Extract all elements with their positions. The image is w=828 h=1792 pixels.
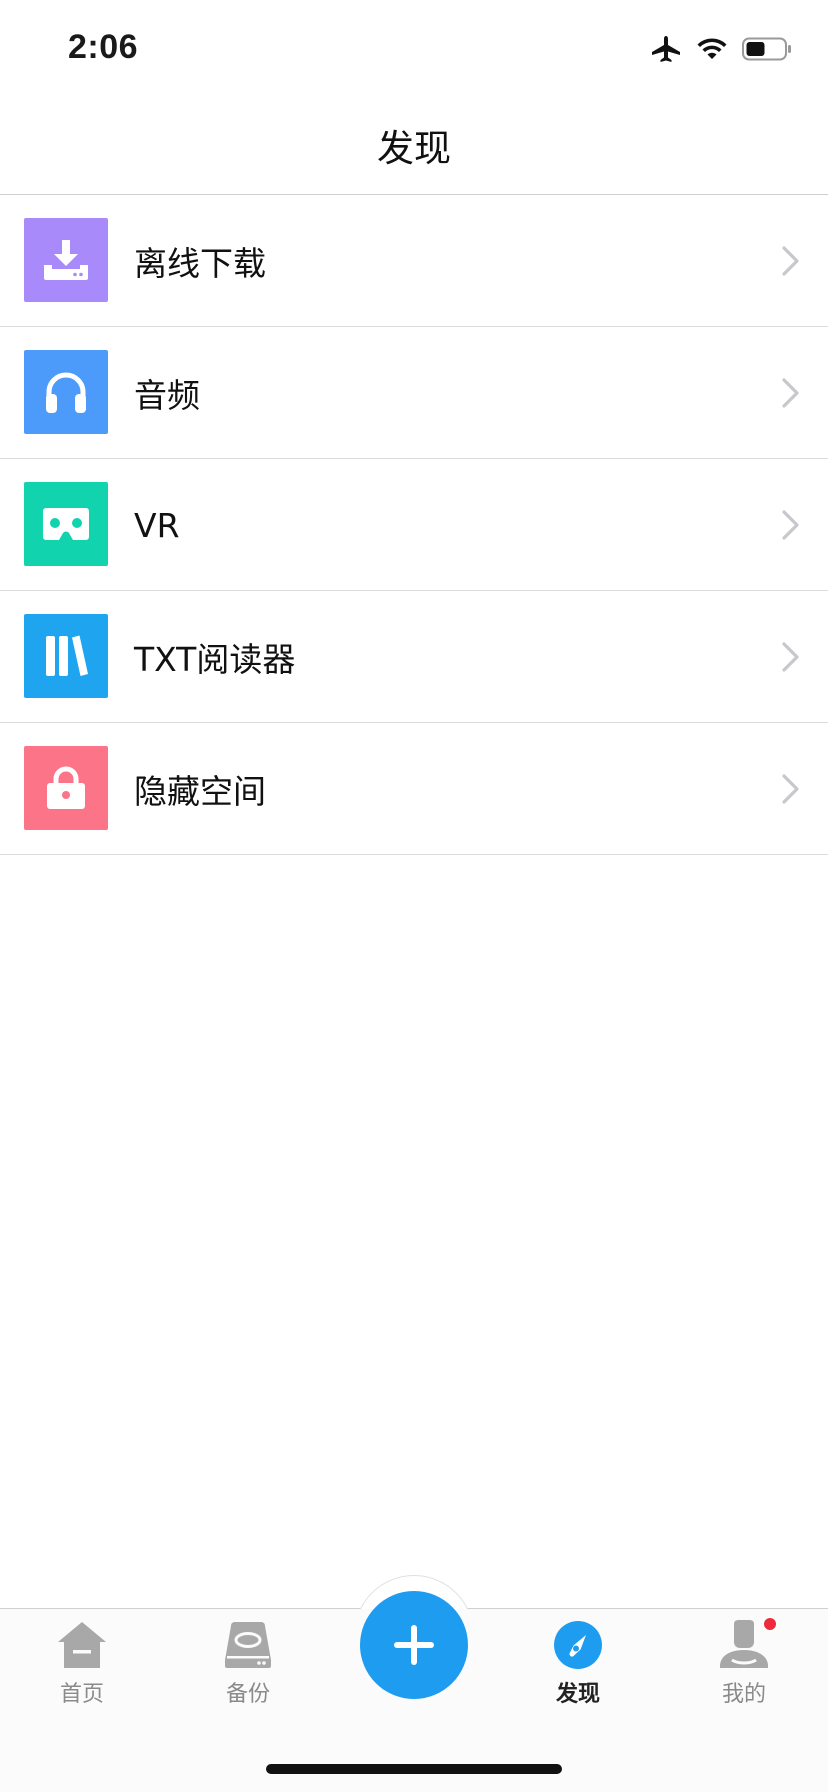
menu-icon-tile (24, 482, 108, 566)
nav-header: 发现 (0, 96, 828, 195)
home-indicator (266, 1764, 562, 1774)
chevron-right-icon (782, 510, 799, 540)
discover-menu-list: 离线下载 音频 VR TXT阅读器 隐藏空间 (0, 195, 828, 855)
menu-item-hidden-space[interactable]: 隐藏空间 (0, 723, 828, 855)
status-bar: 2:06 (0, 0, 828, 96)
add-button[interactable] (360, 1591, 468, 1699)
headphones-icon (46, 372, 86, 413)
tab-label: 备份 (225, 1682, 270, 1707)
chevron-right-icon (782, 774, 799, 804)
tab-backup[interactable]: 备份 (188, 1620, 308, 1720)
tab-label: 发现 (555, 1682, 600, 1707)
books-icon (46, 635, 88, 676)
lock-icon (47, 766, 85, 809)
airplane-icon (652, 36, 680, 62)
menu-icon-tile (24, 746, 108, 830)
compass-icon (554, 1621, 602, 1669)
menu-item-label: 隐藏空间 (134, 772, 266, 811)
download-icon (44, 240, 88, 280)
battery-icon (742, 37, 791, 61)
chevron-right-icon (782, 378, 799, 408)
menu-item-label: VR (134, 505, 180, 545)
plus-icon (394, 1625, 434, 1665)
hard-drive-icon (225, 1622, 271, 1668)
tab-label: 我的 (721, 1682, 766, 1707)
notification-badge (762, 1616, 778, 1632)
status-time: 2:06 (68, 28, 139, 66)
menu-item-vr[interactable]: VR (0, 459, 828, 591)
page-title: 发现 (377, 127, 451, 170)
app-root: 2:06 发现 离线下载 音频 VR TXT阅读器 隐藏空间 首页 备份 发现 … (0, 0, 828, 1792)
status-icons (652, 34, 792, 64)
menu-item-txt-reader[interactable]: TXT阅读器 (0, 591, 828, 723)
menu-item-label: TXT阅读器 (134, 640, 296, 679)
menu-item-label: 音频 (134, 376, 200, 415)
menu-icon-tile (24, 350, 108, 434)
menu-icon-tile (24, 614, 108, 698)
vr-headset-icon (43, 508, 89, 540)
menu-item-audio[interactable]: 音频 (0, 327, 828, 459)
menu-item-offline-download[interactable]: 离线下载 (0, 195, 828, 327)
menu-item-label: 离线下载 (134, 244, 266, 283)
chevron-right-icon (782, 246, 799, 276)
tab-profile[interactable]: 我的 (684, 1616, 804, 1720)
wifi-icon (697, 38, 727, 59)
tab-label: 首页 (59, 1682, 104, 1707)
tab-discover[interactable]: 发现 (518, 1620, 638, 1720)
menu-icon-tile (24, 218, 108, 302)
home-icon (58, 1622, 106, 1668)
tab-home[interactable]: 首页 (22, 1620, 142, 1720)
chevron-right-icon (782, 642, 799, 672)
